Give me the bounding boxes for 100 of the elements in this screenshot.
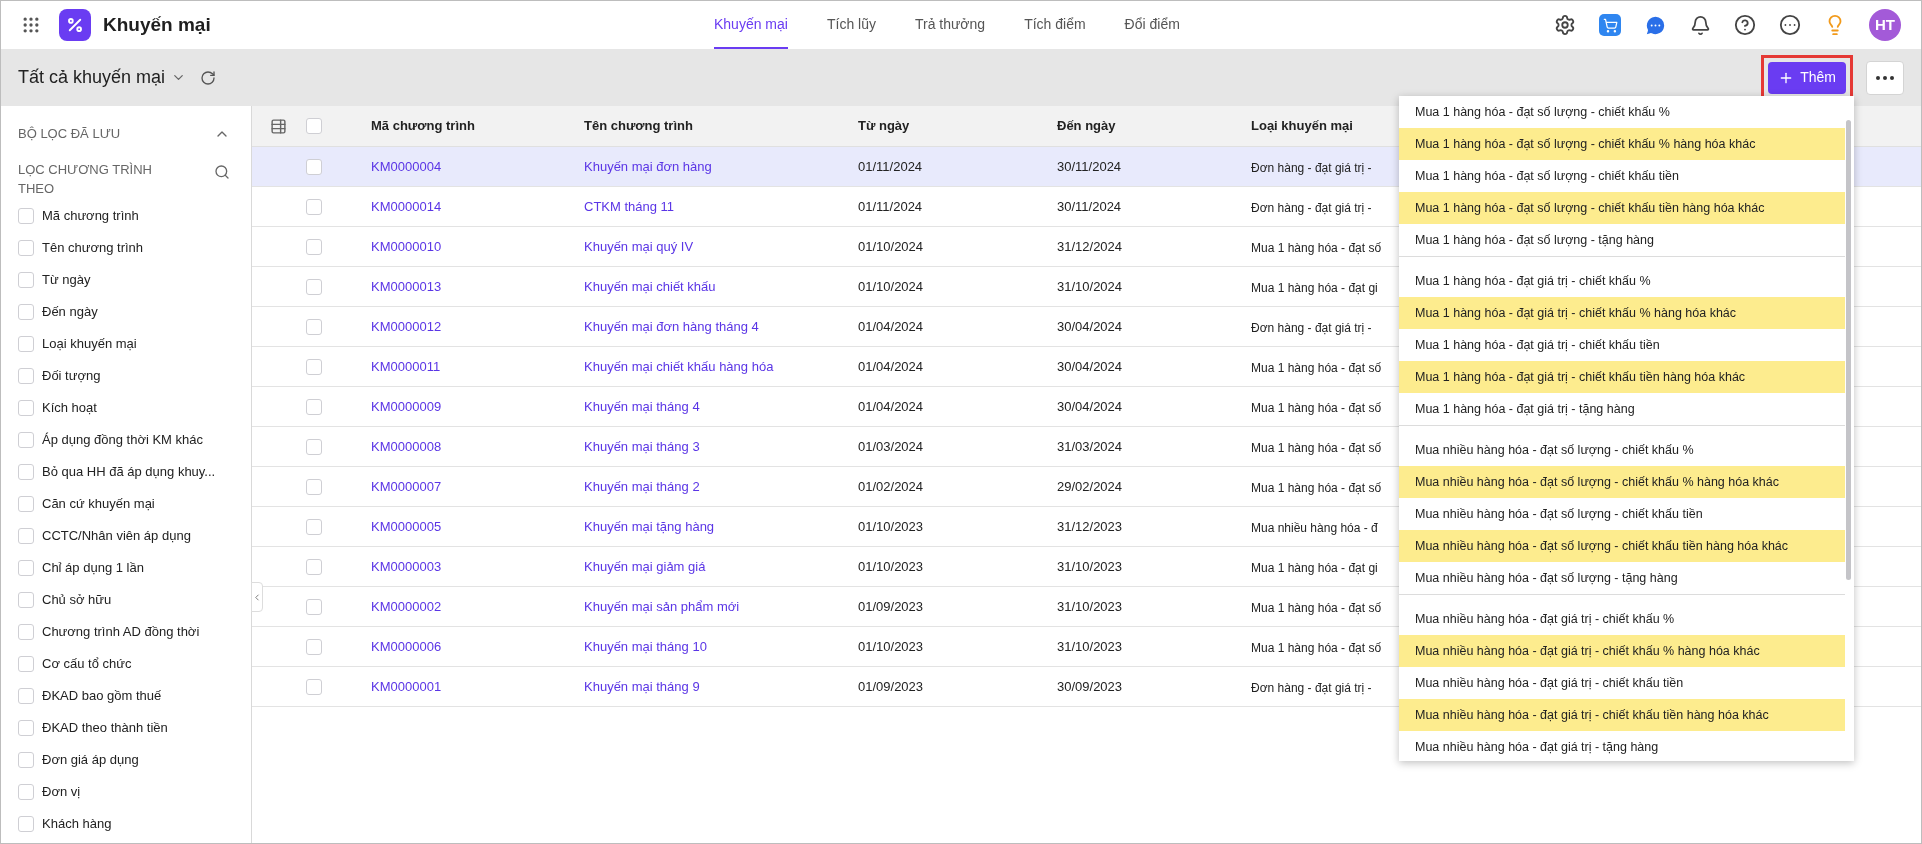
filter-label: Tên chương trình — [42, 238, 144, 257]
program-code-link[interactable]: KM0000004 — [371, 156, 584, 177]
menu-item[interactable]: Mua nhiều hàng hóa - đạt giá trị - chiết khấu % hàng hóa khác — [1399, 635, 1845, 667]
program-name-link[interactable]: Khuyến mại quý IV — [584, 236, 858, 257]
checkbox[interactable] — [18, 367, 34, 384]
checkbox[interactable] — [18, 655, 34, 672]
menu-item[interactable]: Mua 1 hàng hóa - đạt số lượng - chiết khấu tiền hàng hóa khác — [1399, 192, 1845, 224]
checkbox[interactable] — [306, 438, 322, 455]
column-header[interactable]: Tên chương trình — [584, 116, 858, 136]
scrollbar[interactable] — [1846, 120, 1851, 580]
column-settings-icon[interactable] — [270, 117, 287, 135]
user-avatar[interactable]: HT — [1869, 9, 1901, 41]
checkbox[interactable] — [18, 751, 34, 768]
refresh-icon[interactable] — [200, 69, 217, 86]
apps-menu-icon[interactable] — [21, 15, 41, 35]
program-code-link[interactable]: KM0000013 — [371, 276, 584, 297]
nav-tab[interactable]: Trả thưởng — [914, 1, 986, 49]
checkbox[interactable] — [306, 278, 322, 295]
checkbox[interactable] — [18, 239, 34, 256]
checkbox[interactable] — [18, 623, 34, 640]
menu-item[interactable]: Mua nhiều hàng hóa - đạt giá trị - tặng hàng — [1399, 731, 1845, 761]
checkbox[interactable] — [18, 303, 34, 320]
checkbox[interactable] — [306, 558, 322, 575]
checkbox[interactable] — [306, 598, 322, 615]
table-cell-text: 30/11/2024 — [1057, 197, 1123, 216]
checkbox[interactable] — [18, 271, 34, 288]
program-name-link[interactable]: Khuyến mại tháng 9 — [584, 676, 858, 697]
menu-item[interactable]: Mua 1 hàng hóa - đạt số lượng - chiết khấu % hàng hóa khác — [1399, 128, 1845, 160]
checkbox[interactable] — [18, 431, 34, 448]
program-code-link[interactable]: KM0000011 — [371, 356, 584, 377]
program-code-link[interactable]: KM0000006 — [371, 636, 584, 657]
program-name-link[interactable]: Khuyến mại chiết khấu — [584, 276, 858, 297]
program-code-link[interactable]: KM0000007 — [371, 476, 584, 497]
checkbox[interactable] — [18, 463, 34, 480]
program-name-link[interactable]: Khuyến mại tháng 3 — [584, 436, 858, 457]
checkbox[interactable] — [18, 559, 34, 576]
checkbox[interactable] — [18, 335, 34, 352]
chat-icon[interactable] — [1644, 13, 1667, 37]
program-name-link[interactable]: Khuyến mại tháng 10 — [584, 636, 858, 657]
checkbox[interactable] — [306, 158, 322, 175]
menu-item[interactable]: Mua 1 hàng hóa - đạt giá trị - chiết khấu % hàng hóa khác — [1399, 297, 1845, 329]
checkbox[interactable] — [18, 815, 34, 832]
checkbox[interactable] — [306, 638, 322, 655]
nav-tab[interactable]: Đổi điểm — [1124, 1, 1180, 49]
notification-icon[interactable] — [1690, 14, 1711, 36]
program-name-link[interactable]: CTKM tháng 11 — [584, 196, 858, 217]
checkbox[interactable] — [306, 398, 322, 415]
program-name-link[interactable]: Khuyến mại đơn hàng — [584, 156, 858, 177]
more-icon[interactable] — [1779, 14, 1801, 36]
program-code-link[interactable]: KM0000005 — [371, 516, 584, 537]
program-code-link[interactable]: KM0000010 — [371, 236, 584, 257]
program-name-link[interactable]: Khuyến mại tháng 4 — [584, 396, 858, 417]
menu-item[interactable]: Mua nhiều hàng hóa - đạt số lượng - chiết khấu % hàng hóa khác — [1399, 466, 1845, 498]
program-name-link[interactable]: Khuyến mại tặng hàng — [584, 516, 858, 537]
column-header[interactable]: Đến ngày — [1057, 116, 1251, 136]
program-code-link[interactable]: KM0000009 — [371, 396, 584, 417]
checkbox[interactable] — [306, 238, 322, 255]
program-name-link[interactable]: Khuyến mại tháng 2 — [584, 476, 858, 497]
program-name-link[interactable]: Khuyến mại giảm giá — [584, 556, 858, 577]
program-name-link[interactable]: Khuyến mại sản phẩm mới — [584, 596, 858, 617]
menu-item[interactable]: Mua nhiều hàng hóa - đạt giá trị - chiết khấu tiền hàng hóa khác — [1399, 699, 1845, 731]
checkbox[interactable] — [306, 678, 322, 695]
sidebar-toggle[interactable] — [251, 582, 263, 612]
checkbox[interactable] — [18, 527, 34, 544]
menu-item[interactable]: Mua nhiều hàng hóa - đạt số lượng - chiết khấu tiền hàng hóa khác — [1399, 530, 1845, 562]
checkbox[interactable] — [306, 478, 322, 495]
program-code-link[interactable]: KM0000014 — [371, 196, 584, 217]
cart-icon[interactable] — [1599, 14, 1621, 36]
checkbox[interactable] — [306, 518, 322, 535]
checkbox[interactable] — [18, 399, 34, 416]
checkbox[interactable] — [18, 495, 34, 512]
program-code-link[interactable]: KM0000002 — [371, 596, 584, 617]
menu-item[interactable]: Mua 1 hàng hóa - đạt giá trị - chiết khấu tiền hàng hóa khác — [1399, 361, 1845, 393]
program-code-link[interactable]: KM0000008 — [371, 436, 584, 457]
nav-tab[interactable]: Tích điểm — [1024, 1, 1086, 49]
view-selector[interactable]: Tất cả khuyến mại — [18, 64, 187, 91]
menu-item[interactable]: Mua 1 hàng hóa - đạt số lượng - chiết khấu % — [1399, 96, 1845, 128]
program-name-link[interactable]: Khuyến mại đơn hàng tháng 4 — [584, 316, 858, 337]
checkbox[interactable] — [18, 591, 34, 608]
checkbox[interactable] — [306, 318, 322, 335]
more-button[interactable] — [1866, 60, 1904, 95]
add-button[interactable]: Thêm — [1768, 61, 1846, 94]
search-icon[interactable] — [214, 163, 230, 180]
checkbox[interactable] — [306, 198, 322, 215]
checkbox[interactable] — [18, 207, 34, 224]
help-icon[interactable] — [1734, 14, 1756, 36]
program-code-link[interactable]: KM0000012 — [371, 316, 584, 337]
checkbox[interactable] — [306, 118, 322, 134]
column-header[interactable]: Mã chương trình — [371, 116, 584, 136]
filter-label: Chủ sở hữu — [42, 590, 112, 609]
program-code-link[interactable]: KM0000003 — [371, 556, 584, 577]
settings-icon[interactable] — [1554, 14, 1576, 36]
checkbox[interactable] — [18, 719, 34, 736]
column-header[interactable]: Từ ngày — [858, 116, 1057, 136]
nav-tab[interactable]: Tích lũy — [826, 1, 876, 49]
checkbox[interactable] — [18, 783, 34, 800]
program-code-link[interactable]: KM0000001 — [371, 676, 584, 697]
checkbox[interactable] — [306, 358, 322, 375]
checkbox[interactable] — [18, 687, 34, 704]
program-name-link[interactable]: Khuyến mại chiết khấu hàng hóa — [584, 356, 858, 377]
